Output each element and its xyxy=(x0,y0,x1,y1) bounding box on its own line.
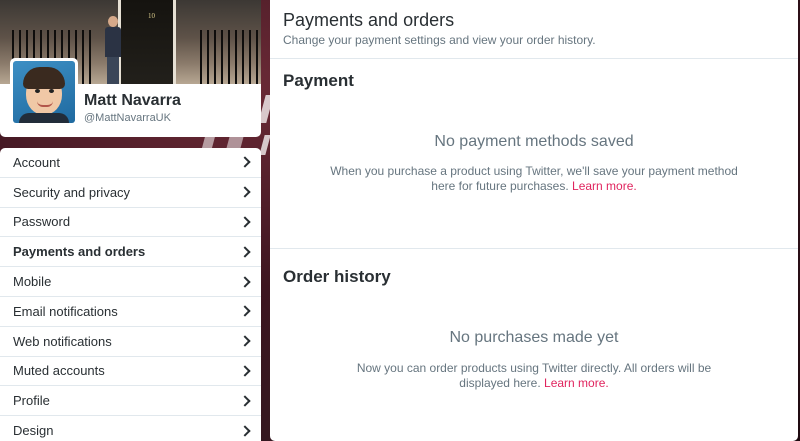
payment-heading: Payment xyxy=(283,71,354,90)
banner-door xyxy=(118,0,176,84)
nav-item-security-and-privacy[interactable]: Security and privacy xyxy=(0,178,261,208)
nav-item-mobile[interactable]: Mobile xyxy=(0,267,261,297)
order-history-section: Order history No purchases made yet Now … xyxy=(270,249,798,439)
orders-empty-text: Now you can order products using Twitter… xyxy=(356,361,712,390)
nav-item-label: Muted accounts xyxy=(13,363,105,379)
orders-empty-title: No purchases made yet xyxy=(449,329,619,346)
chevron-right-icon xyxy=(239,186,251,198)
page-header: Payments and orders Change your payment … xyxy=(270,0,798,59)
nav-item-label: Payments and orders xyxy=(13,244,146,260)
nav-item-muted-accounts[interactable]: Muted accounts xyxy=(0,357,261,387)
chevron-right-icon xyxy=(239,246,251,258)
nav-item-label: Security and privacy xyxy=(13,184,131,200)
chevron-right-icon xyxy=(239,395,251,407)
profile-name[interactable]: Matt Navarra xyxy=(84,92,181,110)
chevron-right-icon xyxy=(239,424,251,437)
chevron-right-icon xyxy=(239,216,251,228)
payment-empty-title: No payment methods saved xyxy=(434,133,634,150)
nav-item-email-notifications[interactable]: Email notifications xyxy=(0,297,261,327)
page-subtitle: Change your payment settings and view yo… xyxy=(283,33,596,47)
nav-item-account[interactable]: Account xyxy=(0,148,261,178)
avatar[interactable] xyxy=(10,58,78,126)
page-title: Payments and orders xyxy=(283,10,455,30)
nav-item-label: Password xyxy=(13,214,71,230)
chevron-right-icon xyxy=(239,365,251,377)
nav-item-web-notifications[interactable]: Web notifications xyxy=(0,327,261,357)
chevron-right-icon xyxy=(239,305,251,318)
nav-item-payments-and-orders[interactable]: Payments and orders xyxy=(0,237,261,268)
banner-door-number: 10 xyxy=(148,12,155,20)
payment-empty-text: When you purchase a product using Twitte… xyxy=(330,164,738,193)
chevron-right-icon xyxy=(239,156,251,169)
settings-nav: Account Security and privacy Password Pa… xyxy=(0,148,261,441)
main-panel: Payments and orders Change your payment … xyxy=(270,0,798,441)
profile-handle[interactable]: @MattNavarraUK xyxy=(84,112,171,124)
chevron-right-icon xyxy=(239,335,251,347)
banner-railing xyxy=(200,30,261,84)
nav-item-label: Profile xyxy=(13,393,50,409)
nav-item-profile[interactable]: Profile xyxy=(0,386,261,417)
nav-item-password[interactable]: Password xyxy=(0,208,261,238)
nav-item-label: Design xyxy=(13,423,54,439)
orders-empty-description: Now you can order products using Twitter… xyxy=(330,361,738,391)
nav-item-label: Mobile xyxy=(13,274,52,290)
nav-item-label: Email notifications xyxy=(13,303,118,319)
profile-card[interactable]: 10 Matt Navarra @MattNavarraUK xyxy=(0,0,261,137)
banner-person xyxy=(104,16,122,84)
chevron-right-icon xyxy=(239,275,251,288)
payment-empty-description: When you purchase a product using Twitte… xyxy=(330,164,738,194)
nav-item-label: Web notifications xyxy=(13,333,112,349)
orders-learn-more-link[interactable]: Learn more. xyxy=(544,376,609,390)
nav-item-label: Account xyxy=(13,154,60,170)
payment-section: Payment No payment methods saved When yo… xyxy=(270,59,798,249)
nav-item-design[interactable]: Design xyxy=(0,416,261,441)
order-history-heading: Order history xyxy=(283,267,391,286)
payment-learn-more-link[interactable]: Learn more. xyxy=(572,179,637,193)
